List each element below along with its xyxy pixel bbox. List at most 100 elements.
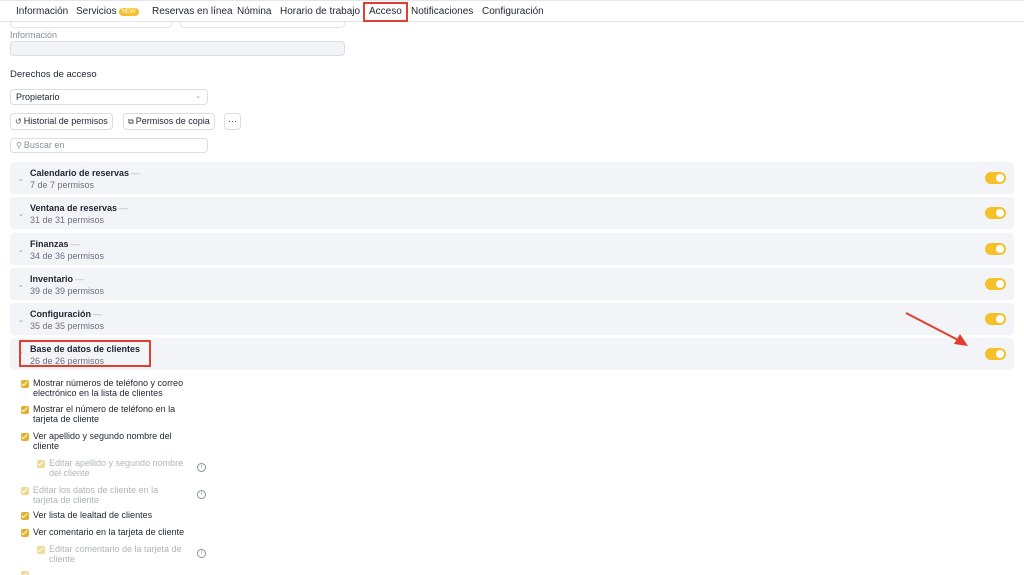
dash-icon: — <box>119 203 129 213</box>
permission-group[interactable]: ⌄ Inventario — 39 de 39 permisos <box>10 268 1014 300</box>
toggle-knob <box>996 315 1004 323</box>
permission-line: tarjeta de cliente <box>33 495 100 505</box>
tab-servicios[interactable]: Servicios NEW <box>76 4 139 20</box>
toggle-knob <box>996 280 1004 288</box>
permission-item: Ver lista de lealtad de clientes <box>33 510 152 520</box>
dash-icon: — <box>131 168 141 178</box>
group-toggle[interactable] <box>985 243 1006 255</box>
tab-notificaciones[interactable]: Notificaciones <box>411 4 473 20</box>
chevron-down-icon[interactable]: ⌄ <box>18 175 24 183</box>
chevron-down-icon[interactable]: ⌄ <box>18 316 24 324</box>
group-name-text: Finanzas <box>30 239 69 249</box>
permission-group[interactable]: ⌄ Configuración — 35 de 35 permisos <box>10 303 1014 335</box>
chevron-down-icon[interactable]: ⌄ <box>18 210 24 218</box>
copy-icon: ⧉ <box>128 117 134 126</box>
group-toggle[interactable] <box>985 313 1006 325</box>
more-options-button[interactable]: ··· <box>224 113 241 130</box>
tab-configuracion[interactable]: Configuración <box>482 4 544 20</box>
toggle-knob <box>996 245 1004 253</box>
access-rights-title: Derechos de acceso <box>10 69 97 80</box>
permission-line: cliente <box>33 441 60 451</box>
dash-icon: — <box>75 274 85 284</box>
group-toggle[interactable] <box>985 348 1006 360</box>
permission-group[interactable]: ⌄ Calendario de reservas — 7 de 7 permiso… <box>10 162 1014 194</box>
checkbox[interactable] <box>37 460 45 468</box>
more-options-label: ··· <box>228 116 237 126</box>
role-select[interactable]: Propietario ⌄ <box>10 89 208 105</box>
tab-horario-de-trabajo[interactable]: Horario de trabajo <box>280 4 360 20</box>
permission-line: Ver lista de lealtad de clientes <box>33 510 153 520</box>
permission-item: Ver apellido y segundo nombre del cliente <box>33 431 172 451</box>
tab-nomina[interactable]: Nómina <box>237 4 271 20</box>
tab-acceso[interactable]: Acceso <box>363 2 408 22</box>
group-name: Calendario de reservas — <box>30 168 140 178</box>
permission-group[interactable]: ⌄ Finanzas — 34 de 36 permisos <box>10 233 1014 265</box>
group-count: 39 de 39 permisos <box>30 286 105 296</box>
chevron-down-icon[interactable]: ⌄ <box>18 246 24 254</box>
tab-servicios-label: Servicios <box>76 6 117 17</box>
tab-informacion[interactable]: Información <box>16 4 68 20</box>
chevron-down-icon[interactable]: ⌄ <box>18 281 24 289</box>
group-toggle[interactable] <box>985 278 1006 290</box>
checkbox[interactable] <box>21 433 29 441</box>
toggle-knob <box>996 174 1004 182</box>
toggle-knob <box>996 209 1004 217</box>
checkbox[interactable] <box>21 512 29 520</box>
permission-item: Editar los datos de cliente en la tarjeta… <box>33 485 158 505</box>
group-name-text: Calendario de reservas <box>30 168 130 178</box>
group-name-text: Ventana de reservas <box>30 203 118 213</box>
field-stub-left <box>10 22 172 28</box>
group-count: 34 de 36 permisos <box>30 251 105 261</box>
checkbox[interactable] <box>21 571 29 575</box>
permission-history-button[interactable]: ↺ Historial de permisos <box>10 113 113 130</box>
dash-icon: — <box>93 309 102 319</box>
copy-permissions-button[interactable]: ⧉ Permisos de copia <box>123 113 215 130</box>
search-icon: ⚲ <box>16 141 22 150</box>
tab-reservas-en-linea[interactable]: Reservas en línea <box>152 4 233 20</box>
info-icon[interactable]: i <box>197 463 206 472</box>
info-icon[interactable]: i <box>197 490 206 499</box>
highlight-box <box>19 340 151 367</box>
permission-group-expanded[interactable]: ⌃ Base de datos de clientes 26 de 26 per… <box>10 338 1014 370</box>
group-count: 31 de 31 permisos <box>30 215 105 225</box>
group-name: Finanzas — <box>30 239 80 249</box>
permission-line: Ver comentario en la tarjeta de cliente <box>33 527 185 537</box>
permission-item: Mostrar el número de teléfono en la tarje… <box>33 404 175 424</box>
group-toggle[interactable] <box>985 207 1006 219</box>
permission-item: Editar apellido y segundo nombre del clie… <box>49 458 183 478</box>
search-input[interactable]: ⚲ Buscar en <box>10 138 208 153</box>
new-badge: NEW <box>118 8 139 16</box>
checkbox[interactable] <box>21 529 29 537</box>
group-toggle[interactable] <box>985 172 1006 184</box>
copy-permissions-label: Permisos de copia <box>135 116 210 126</box>
permission-item: Mostrar números de teléfono y correo elec… <box>33 378 183 398</box>
history-icon: ↺ <box>15 117 22 126</box>
search-placeholder: Buscar en <box>23 140 65 150</box>
info-icon[interactable]: i <box>197 549 206 558</box>
permission-line: Ver apellido y segundo nombre del <box>33 431 172 441</box>
dash-icon: — <box>70 239 80 249</box>
arrow-icon <box>905 312 968 346</box>
permission-line: tarjeta de cliente <box>33 414 100 424</box>
permission-line: electrónico en la lista de clientes <box>33 388 163 398</box>
field-stub-right <box>180 22 345 28</box>
group-name-text: Inventario <box>30 274 74 284</box>
checkbox[interactable] <box>37 546 45 554</box>
group-name: Inventario — <box>30 274 84 284</box>
info-input[interactable] <box>10 41 345 56</box>
checkbox[interactable] <box>21 487 29 495</box>
toggle-knob <box>996 350 1004 358</box>
permission-line: Editar los datos de cliente en la <box>33 485 159 495</box>
group-count: 7 de 7 permisos <box>30 180 95 190</box>
checkbox[interactable] <box>21 406 29 414</box>
permission-line: Mostrar números de teléfono y correo <box>33 378 184 388</box>
group-name: Ventana de reservas — <box>30 203 128 213</box>
permission-group[interactable]: ⌄ Ventana de reservas — 31 de 31 permisos <box>10 197 1014 229</box>
group-name-text: Configuración <box>30 309 91 319</box>
group-name: Configuración — <box>30 309 102 319</box>
role-select-value: Propietario <box>16 92 60 102</box>
permission-item: Editar comentario de la tarjeta de client… <box>49 544 182 564</box>
permission-line: Mostrar el número de teléfono en la <box>33 404 176 414</box>
group-count: 35 de 35 permisos <box>30 321 105 331</box>
checkbox[interactable] <box>21 380 29 388</box>
